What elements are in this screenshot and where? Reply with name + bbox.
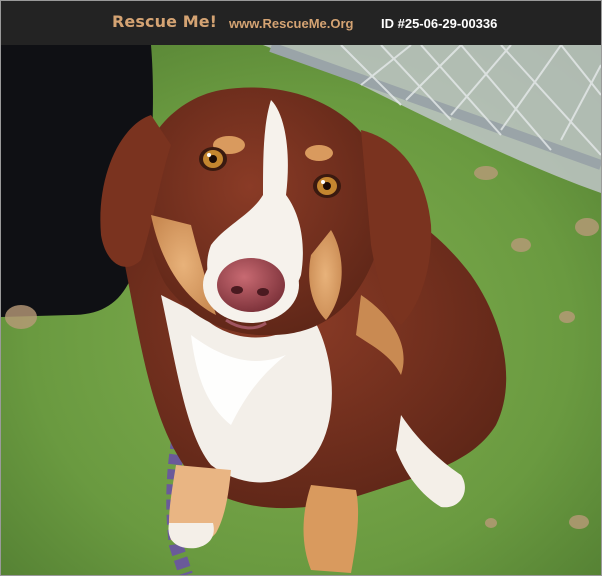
listing-frame: Rescue Me! www.RescueMe.Org ID #25-06-29… [0, 0, 602, 576]
rescueme-logo[interactable]: Rescue Me! [112, 12, 217, 31]
site-url-link[interactable]: www.RescueMe.Org [229, 16, 354, 31]
dog-photo [1, 45, 601, 575]
dog-nose [217, 258, 285, 312]
header-bar: Rescue Me! www.RescueMe.Org ID #25-06-29… [1, 1, 601, 45]
dog-photo-illustration [1, 45, 601, 575]
listing-id-label: ID #25-06-29-00336 [381, 16, 498, 31]
